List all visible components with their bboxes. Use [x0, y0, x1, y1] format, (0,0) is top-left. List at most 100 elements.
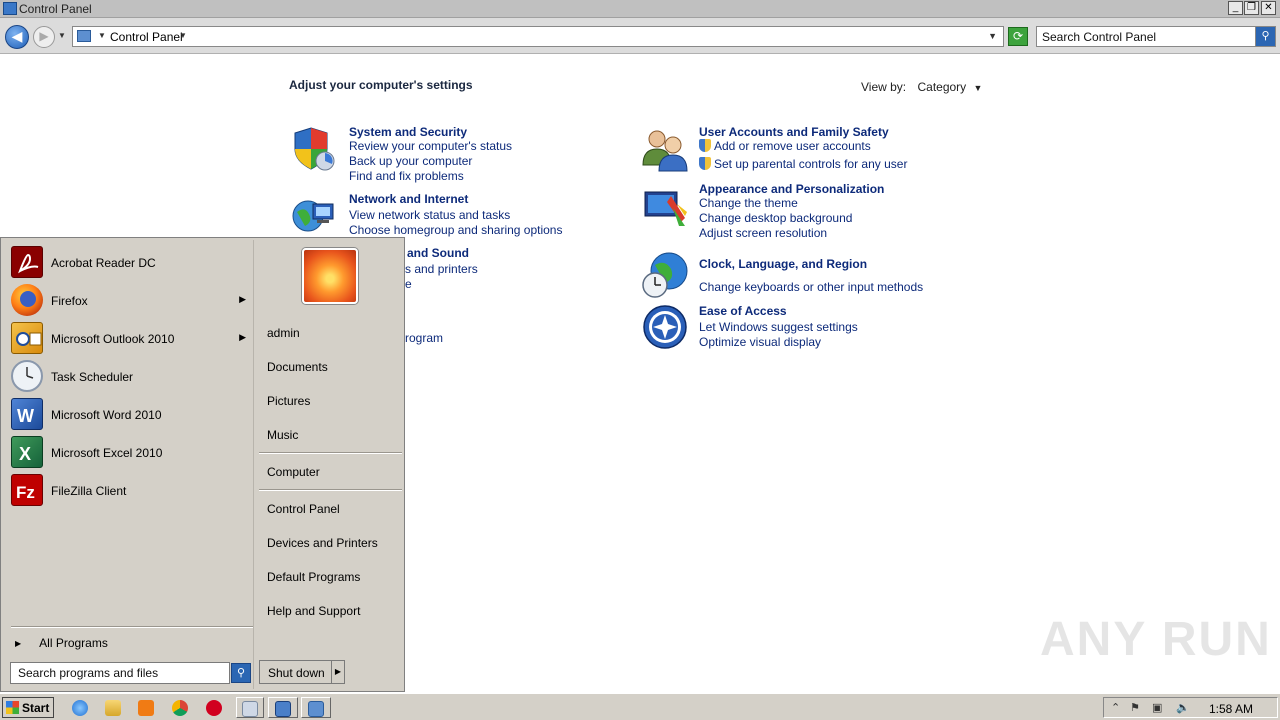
- start-link-devices-printers[interactable]: Devices and Printers: [267, 536, 378, 550]
- system-security-title[interactable]: System and Security: [349, 125, 467, 139]
- page-title: Adjust your computer's settings: [289, 78, 473, 92]
- ease-of-access-title[interactable]: Ease of Access: [699, 304, 787, 318]
- category-appearance: Appearance and Personalization Change th…: [641, 182, 941, 242]
- link-parental-controls[interactable]: Set up parental controls for any user: [699, 157, 907, 171]
- start-menu-places-pane: admin Documents Pictures Music Computer …: [256, 240, 403, 689]
- program-task-scheduler[interactable]: Task Scheduler: [11, 360, 251, 394]
- link-network-status[interactable]: View network status and tasks: [349, 208, 510, 222]
- system-tray: ⌃ ⚑ ▣ 🔈 1:58 AM: [1103, 697, 1278, 718]
- link-backup[interactable]: Back up your computer: [349, 154, 472, 168]
- filezilla-icon: Fz: [11, 474, 43, 506]
- network-title[interactable]: Network and Internet: [349, 192, 468, 206]
- link-desktop-background[interactable]: Change desktop background: [699, 211, 852, 225]
- avatar[interactable]: [302, 248, 358, 304]
- taskbar-media-player[interactable]: [135, 697, 157, 718]
- clock-language-title[interactable]: Clock, Language, and Region: [699, 257, 867, 271]
- show-hidden-icons-icon[interactable]: ⌃: [1111, 701, 1120, 714]
- action-center-flag-icon[interactable]: ⚑: [1130, 701, 1140, 714]
- control-panel-icon: [308, 701, 324, 717]
- recent-pages-dropdown[interactable]: ▼: [58, 31, 66, 40]
- restore-button[interactable]: ❐: [1244, 1, 1259, 15]
- forward-button[interactable]: ▶: [33, 26, 55, 48]
- link-homegroup[interactable]: Choose homegroup and sharing options: [349, 223, 562, 237]
- clock[interactable]: 1:58 AM: [1209, 702, 1253, 716]
- link-change-theme[interactable]: Change the theme: [699, 196, 798, 210]
- taskbar-chrome[interactable]: [169, 697, 191, 718]
- chevron-down-icon[interactable]: ▼: [974, 83, 983, 93]
- taskbar-opera[interactable]: [203, 697, 225, 718]
- opera-icon: [206, 700, 222, 716]
- start-link-pictures[interactable]: Pictures: [267, 394, 310, 408]
- svg-text:W: W: [17, 406, 34, 426]
- taskbar-task-scheduler[interactable]: [236, 697, 264, 718]
- forward-arrow-icon: ▶: [39, 29, 49, 43]
- submenu-arrow-icon[interactable]: ▶: [239, 294, 246, 305]
- start-link-documents[interactable]: Documents: [267, 360, 328, 374]
- program-filezilla[interactable]: Fz FileZilla Client: [11, 474, 251, 508]
- program-acrobat-reader[interactable]: Acrobat Reader DC: [11, 246, 251, 280]
- start-link-computer[interactable]: Computer: [267, 465, 320, 479]
- volume-icon[interactable]: 🔈: [1176, 701, 1190, 714]
- taskbar-control-panel[interactable]: [301, 697, 331, 718]
- program-label: Firefox: [51, 294, 88, 308]
- breadcrumb-control-panel[interactable]: Control Panel: [110, 30, 183, 44]
- start-search-box[interactable]: [10, 662, 230, 684]
- refresh-button[interactable]: ⟳: [1008, 27, 1028, 46]
- clock-icon: [11, 360, 43, 392]
- link-suggest-settings[interactable]: Let Windows suggest settings: [699, 320, 858, 334]
- link-uninstall-program[interactable]: rogram: [405, 331, 443, 345]
- search-input[interactable]: [1037, 27, 1255, 46]
- start-button[interactable]: Start: [2, 697, 54, 718]
- program-word[interactable]: W Microsoft Word 2010: [11, 398, 251, 432]
- appearance-title[interactable]: Appearance and Personalization: [699, 182, 884, 196]
- taskbar-internet-explorer[interactable]: [69, 697, 91, 718]
- taskbar-remote-desktop[interactable]: [268, 697, 298, 718]
- view-by-value[interactable]: Category: [917, 80, 966, 94]
- search-box[interactable]: ⚲: [1036, 26, 1276, 47]
- uac-shield-icon: [699, 157, 711, 170]
- hardware-sound-title[interactable]: and Sound: [407, 246, 469, 260]
- start-link-help-support[interactable]: Help and Support: [267, 604, 360, 618]
- program-excel[interactable]: X Microsoft Excel 2010: [11, 436, 251, 470]
- link-screen-resolution[interactable]: Adjust screen resolution: [699, 226, 827, 240]
- link-devices-printers[interactable]: s and printers: [405, 262, 478, 276]
- divider: [11, 626, 253, 628]
- start-link-user[interactable]: admin: [267, 326, 300, 340]
- back-button[interactable]: ◀: [5, 25, 29, 49]
- link-add-remove-accounts[interactable]: Add or remove user accounts: [699, 139, 871, 153]
- address-dropdown-icon[interactable]: ▼: [988, 31, 997, 41]
- program-label: FileZilla Client: [51, 484, 127, 498]
- user-accounts-title[interactable]: User Accounts and Family Safety: [699, 125, 889, 139]
- program-outlook[interactable]: Microsoft Outlook 2010 ▶: [11, 322, 251, 356]
- navigation-bar: ◀ ▶ ▼ ▼ Control Panel ▼ ▼ ⟳ ⚲: [0, 18, 1280, 54]
- breadcrumb-chevron-icon[interactable]: ▼: [179, 31, 187, 40]
- start-search-input[interactable]: [11, 663, 229, 683]
- users-icon: [642, 130, 688, 172]
- view-by-selector[interactable]: View by: Category ▼: [861, 80, 982, 94]
- program-label: Microsoft Word 2010: [51, 408, 162, 422]
- submenu-arrow-icon[interactable]: ▶: [239, 332, 246, 343]
- start-link-music[interactable]: Music: [267, 428, 298, 442]
- link-optimize-display[interactable]: Optimize visual display: [699, 335, 821, 349]
- link-sound[interactable]: e: [405, 277, 412, 291]
- back-arrow-icon: ◀: [11, 28, 23, 44]
- start-link-default-programs[interactable]: Default Programs: [267, 570, 360, 584]
- close-button[interactable]: ✕: [1261, 1, 1276, 15]
- shutdown-label: Shut down: [268, 666, 325, 680]
- program-firefox[interactable]: Firefox ▶: [11, 284, 251, 318]
- taskbar-explorer[interactable]: [102, 697, 124, 718]
- shutdown-button[interactable]: Shut down ▶: [259, 660, 345, 684]
- search-icon[interactable]: ⚲: [231, 663, 251, 683]
- link-review-status[interactable]: Review your computer's status: [349, 139, 512, 153]
- minimize-button[interactable]: _: [1228, 1, 1243, 15]
- network-icon[interactable]: ▣: [1152, 701, 1162, 714]
- search-icon[interactable]: ⚲: [1255, 27, 1275, 46]
- all-programs-button[interactable]: ▶ All Programs: [15, 636, 108, 650]
- start-link-control-panel[interactable]: Control Panel: [267, 502, 340, 516]
- address-field[interactable]: ▼ Control Panel ▼ ▼: [72, 26, 1004, 47]
- shutdown-options-arrow-icon[interactable]: ▶: [331, 661, 344, 683]
- breadcrumb-separator-icon[interactable]: ▼: [98, 31, 106, 40]
- link-find-fix[interactable]: Find and fix problems: [349, 169, 464, 183]
- media-player-icon: [138, 700, 154, 716]
- link-change-keyboards[interactable]: Change keyboards or other input methods: [699, 280, 923, 294]
